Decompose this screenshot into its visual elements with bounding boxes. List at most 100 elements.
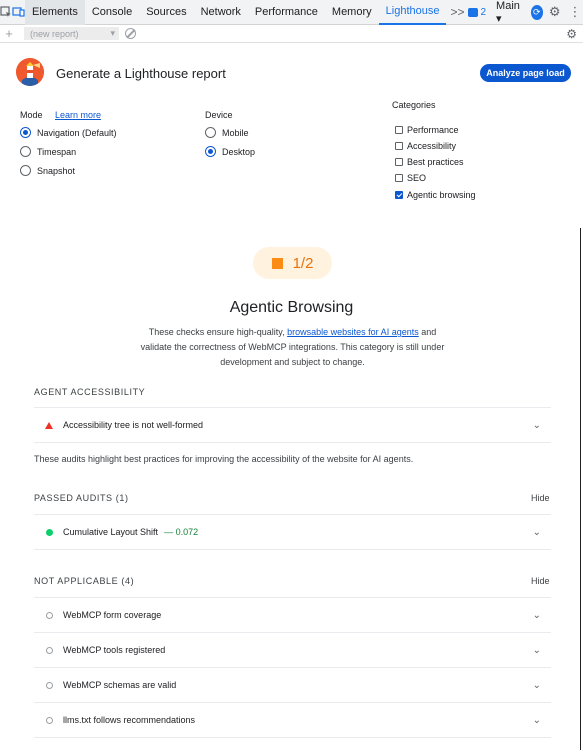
checkbox-icon[interactable] xyxy=(395,174,403,182)
chevron-down-icon[interactable]: ⌄ xyxy=(533,527,541,538)
passed-hide-button[interactable]: Hide xyxy=(531,493,550,503)
audit-label: llms.txt follows recommendations xyxy=(63,715,196,725)
chevron-down-icon[interactable]: ⌄ xyxy=(533,680,541,691)
score-badge: 1/2 xyxy=(253,247,332,279)
mode-option-label: Snapshot xyxy=(37,165,76,176)
audit-webmcp-schemas-valid[interactable]: WebMCP schemas are valid ⌄ xyxy=(34,668,551,702)
tab-lighthouse[interactable]: Lighthouse xyxy=(378,0,447,25)
lighthouse-toolbar: + (new report) ▾ ⚙ xyxy=(0,25,583,43)
clear-reports-icon[interactable] xyxy=(125,28,136,39)
checkbox-icon[interactable] xyxy=(395,126,403,134)
categories-heading: Categories xyxy=(392,100,436,110)
report-selector-label: (new report) xyxy=(30,28,79,39)
tab-sources[interactable]: Sources xyxy=(139,0,193,25)
browsable-websites-link[interactable]: browsable websites for AI agents xyxy=(287,327,419,337)
divider xyxy=(34,549,551,550)
score-indicator-icon xyxy=(271,257,283,269)
category-label: Best practices xyxy=(407,157,464,167)
category-description: These checks ensure high-quality, browsa… xyxy=(140,325,445,370)
report-selector[interactable]: (new report) ▾ xyxy=(24,27,119,40)
audit-label: Cumulative Layout Shift xyxy=(63,527,159,537)
more-vert-icon[interactable]: ⋮ xyxy=(569,4,582,20)
audit-label: WebMCP form coverage xyxy=(63,610,162,620)
audit-webmcp-tools-registered[interactable]: WebMCP tools registered ⌄ xyxy=(34,633,551,667)
radio-icon[interactable] xyxy=(20,127,31,138)
category-label: Accessibility xyxy=(407,141,457,151)
issues-count: 2 xyxy=(480,6,487,18)
lighthouse-logo-icon xyxy=(16,58,44,86)
mode-option-navigation[interactable]: Navigation (Default) xyxy=(20,127,117,138)
audit-cumulative-layout-shift[interactable]: Cumulative Layout Shift — 0.072 ⌄ xyxy=(34,515,551,549)
score-value: 1/2 xyxy=(292,254,314,272)
description-text: These checks ensure high-quality, xyxy=(148,327,288,337)
audit-label: Accessibility tree is not well-formed xyxy=(63,420,204,430)
performance-panel-icon[interactable]: ⟳ xyxy=(530,4,543,20)
radio-icon[interactable] xyxy=(20,165,31,176)
tab-console[interactable]: Console xyxy=(85,0,139,25)
checkbox-icon[interactable] xyxy=(395,158,403,166)
section-description: These audits highlight best practices fo… xyxy=(34,454,414,464)
not-applicable-circle-icon xyxy=(45,611,53,619)
chevron-down-icon[interactable]: ⌄ xyxy=(533,715,541,726)
divider xyxy=(34,737,551,738)
category-seo[interactable]: SEO xyxy=(395,173,426,183)
passed-audits-heading: PASSED AUDITS (1) xyxy=(34,493,129,503)
category-title: Agentic Browsing xyxy=(229,299,354,316)
audit-label: WebMCP tools registered xyxy=(63,645,166,655)
page-title: Generate a Lighthouse report xyxy=(56,66,226,81)
checkbox-icon[interactable] xyxy=(395,142,403,150)
divider xyxy=(34,442,551,443)
audit-webmcp-form-coverage[interactable]: WebMCP form coverage ⌄ xyxy=(34,598,551,632)
mode-heading: Mode xyxy=(20,110,43,120)
devtools-tab-bar: Elements Console Sources Network Perform… xyxy=(0,0,583,25)
tab-performance[interactable]: Performance xyxy=(248,0,325,25)
not-applicable-heading: NOT APPLICABLE (4) xyxy=(34,576,135,586)
category-best-practices[interactable]: Best practices xyxy=(395,157,464,167)
category-label: SEO xyxy=(407,173,427,183)
device-option-label: Desktop xyxy=(222,146,256,157)
not-applicable-circle-icon xyxy=(45,716,53,724)
learn-more-link[interactable]: Learn more xyxy=(55,110,101,120)
more-tabs-button[interactable]: >> xyxy=(446,5,468,19)
not-applicable-circle-icon xyxy=(45,646,53,654)
new-report-button[interactable]: + xyxy=(0,26,18,41)
checkbox-icon[interactable] xyxy=(395,191,403,199)
device-option-label: Mobile xyxy=(222,127,249,138)
analyze-page-load-button[interactable]: Analyze page load xyxy=(480,64,571,82)
radio-icon[interactable] xyxy=(205,127,216,138)
category-agentic-browsing[interactable]: Agentic browsing xyxy=(395,190,476,200)
audit-label: WebMCP schemas are valid xyxy=(63,680,177,690)
audit-value: — 0.072 xyxy=(164,527,199,537)
mode-option-label: Navigation (Default) xyxy=(37,127,117,138)
category-label: Agentic browsing xyxy=(407,190,476,200)
context-selector[interactable]: Main ▾ xyxy=(496,0,523,25)
tab-elements[interactable]: Elements xyxy=(25,0,85,25)
settings-icon[interactable]: ⚙ xyxy=(549,4,561,20)
mode-option-label: Timespan xyxy=(37,146,77,157)
device-toggle-icon[interactable] xyxy=(12,0,25,25)
chevron-down-icon[interactable]: ⌄ xyxy=(533,645,541,656)
chevron-down-icon[interactable]: ⌄ xyxy=(533,420,541,431)
radio-icon[interactable] xyxy=(20,146,31,157)
tab-network[interactable]: Network xyxy=(194,0,248,25)
lighthouse-settings-icon[interactable]: ⚙ xyxy=(566,27,577,41)
radio-icon[interactable] xyxy=(205,146,216,157)
tab-memory[interactable]: Memory xyxy=(325,0,379,25)
category-performance[interactable]: Performance xyxy=(395,125,459,135)
category-accessibility[interactable]: Accessibility xyxy=(395,141,456,151)
device-option-desktop[interactable]: Desktop xyxy=(205,146,255,157)
chevron-down-icon[interactable]: ⌄ xyxy=(533,610,541,621)
not-applicable-circle-icon xyxy=(45,681,53,689)
not-applicable-hide-button[interactable]: Hide xyxy=(531,576,550,586)
issues-icon xyxy=(468,7,479,17)
mode-option-timespan[interactable]: Timespan xyxy=(20,146,76,157)
issues-button[interactable]: 2 xyxy=(468,7,486,18)
chevron-down-icon: ▾ xyxy=(110,28,115,38)
category-label: Performance xyxy=(407,125,459,135)
audit-accessibility-tree[interactable]: Accessibility tree is not well-formed ⌄ xyxy=(34,408,551,442)
mode-option-snapshot[interactable]: Snapshot xyxy=(20,165,75,176)
device-option-mobile[interactable]: Mobile xyxy=(205,127,249,138)
audit-llms-txt[interactable]: llms.txt follows recommendations ⌄ xyxy=(34,703,551,737)
pass-circle-icon xyxy=(45,528,53,536)
inspect-icon[interactable] xyxy=(0,0,12,25)
